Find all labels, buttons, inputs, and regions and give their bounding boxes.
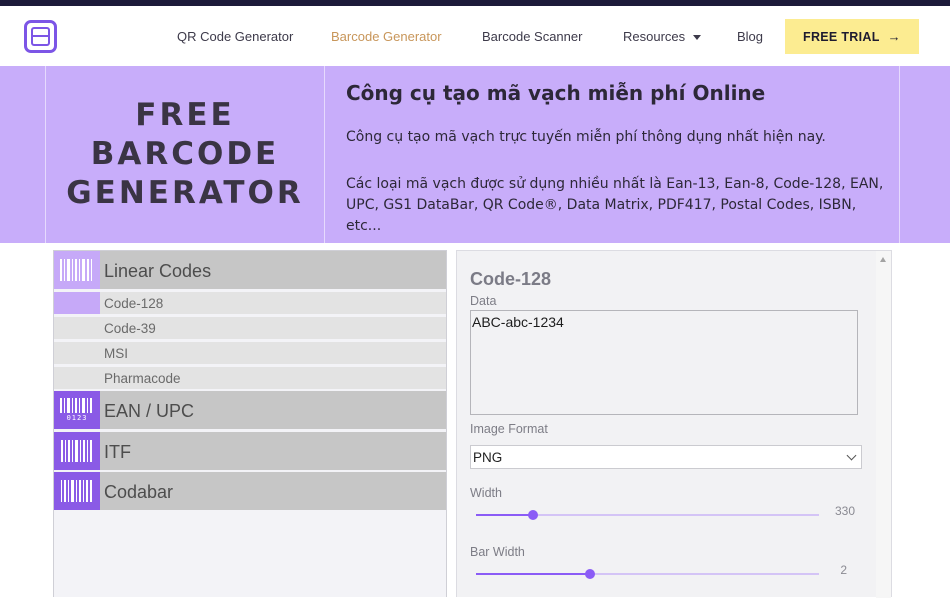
image-format-label: Image Format xyxy=(470,422,548,436)
code-title: Code-128 xyxy=(470,269,552,289)
image-format-value: PNG xyxy=(473,450,503,465)
hero-title: Công cụ tạo mã vạch miễn phí Online xyxy=(346,81,766,105)
hero-left-title: FREE BARCODE GENERATOR xyxy=(66,96,304,213)
chevron-down-icon xyxy=(846,450,857,461)
category-ean-upc[interactable]: 0123 EAN / UPC xyxy=(54,391,446,429)
data-textarea[interactable]: ABC-abc-1234 xyxy=(470,310,858,415)
image-format-select[interactable]: PNG xyxy=(470,445,862,469)
nav-resources-label: Resources xyxy=(623,29,686,44)
category-itf[interactable]: ITF xyxy=(54,432,446,470)
caret-down-icon xyxy=(693,35,702,41)
category-label: Linear Codes xyxy=(104,261,212,281)
barcode-icon xyxy=(54,251,100,289)
free-trial-button[interactable]: FREE TRIAL → xyxy=(785,19,919,54)
ean-icon-digits: 0123 xyxy=(66,414,88,422)
hero-barcode-types: Các loại mã vạch được sử dụng nhiều nhất… xyxy=(346,176,884,234)
hero-left-title-line: FREE xyxy=(135,97,235,133)
category-label: Codabar xyxy=(104,482,174,502)
hero-description: Công cụ tạo mã vạch trực tuyến miễn phí … xyxy=(346,129,826,145)
scroll-up-arrow-icon[interactable] xyxy=(880,257,886,262)
hero-left-box: FREE BARCODE GENERATOR xyxy=(45,66,325,243)
active-indicator xyxy=(54,292,100,314)
navbar: QR Code Generator Barcode Generator Barc… xyxy=(0,6,950,66)
slider-thumb[interactable] xyxy=(527,510,538,520)
subitem-label: Code-128 xyxy=(104,296,164,311)
arrow-right-icon: → xyxy=(887,29,901,44)
subitem-label: MSI xyxy=(104,346,129,361)
data-label: Data xyxy=(470,294,497,308)
nav-barcode-scanner[interactable]: Barcode Scanner xyxy=(482,29,582,44)
width-slider[interactable] xyxy=(476,509,819,521)
nav-blog[interactable]: Blog xyxy=(737,29,763,44)
scrollbar[interactable] xyxy=(876,251,891,598)
free-trial-label: FREE TRIAL xyxy=(803,29,880,44)
width-value: 330 xyxy=(834,504,855,518)
barcode-icon xyxy=(54,472,100,510)
width-label: Width xyxy=(470,486,502,500)
bar-width-label: Bar Width xyxy=(470,545,525,559)
nav-barcode-generator[interactable]: Barcode Generator xyxy=(331,29,442,44)
ean-barcode-icon: 0123 xyxy=(54,391,100,429)
hero-left-title-line: GENERATOR xyxy=(66,175,304,211)
barcode-icon xyxy=(54,432,100,470)
nav-resources[interactable]: Resources xyxy=(623,29,702,44)
settings-panel: Code-128 Data ABC-abc-1234 Image Format … xyxy=(456,250,892,598)
category-linear-codes[interactable]: Linear Codes xyxy=(54,251,446,289)
bar-width-value: 2 xyxy=(840,563,847,577)
subitem-label: Pharmacode xyxy=(104,371,181,386)
nav-qr-code-generator[interactable]: QR Code Generator xyxy=(177,29,293,44)
barcode-type-sidebar: Linear Codes Code-128 Code-39 MSI Pharma… xyxy=(53,250,447,597)
logo-icon[interactable] xyxy=(24,20,57,53)
hero-left-title-line: BARCODE xyxy=(90,136,280,172)
category-label: EAN / UPC xyxy=(104,401,195,421)
category-codabar[interactable]: Codabar xyxy=(54,472,446,510)
category-label: ITF xyxy=(104,442,131,462)
hero-divider xyxy=(899,66,900,243)
hero-banner: FREE BARCODE GENERATOR Công cụ tạo mã vạ… xyxy=(0,66,950,243)
subitem-pharmacode[interactable]: Pharmacode xyxy=(54,367,446,389)
subitem-label: Code-39 xyxy=(104,321,156,336)
bar-width-slider[interactable] xyxy=(476,568,819,580)
subitem-code-39[interactable]: Code-39 xyxy=(54,317,446,339)
slider-thumb[interactable] xyxy=(585,569,596,579)
subitem-msi[interactable]: MSI xyxy=(54,342,446,364)
subitem-code-128[interactable]: Code-128 xyxy=(54,292,446,314)
